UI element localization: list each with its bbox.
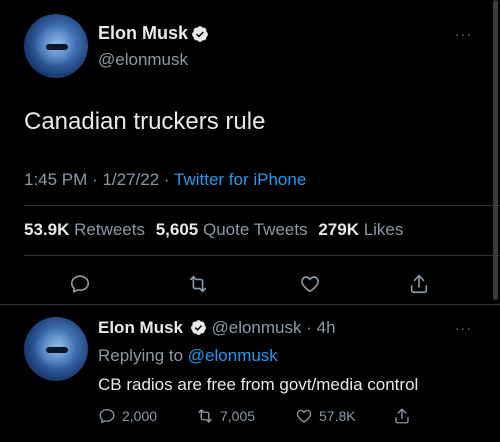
replying-to: Replying to @elonmusk bbox=[98, 346, 278, 366]
tweet-meta: 1:45 PM · 1/27/22 · Twitter for iPhone bbox=[24, 170, 306, 190]
quotes-stat[interactable]: 5,605 Quote Tweets bbox=[156, 220, 308, 239]
replying-to-handle[interactable]: @elonmusk bbox=[188, 346, 278, 365]
divider bbox=[24, 205, 500, 206]
reply-button[interactable]: 2,000 bbox=[98, 405, 157, 427]
author-name[interactable]: Elon Musk bbox=[98, 318, 183, 337]
reply-action-bar: 2,000 7,005 57.8K bbox=[0, 405, 500, 427]
reply-text: CB radios are free from govt/media contr… bbox=[98, 375, 419, 394]
reply-tweet[interactable]: Elon Musk @elonmusk · 4h ··· Replying to… bbox=[0, 305, 500, 442]
share-icon bbox=[395, 408, 409, 424]
meta-separator: · bbox=[306, 318, 312, 337]
scrollbar[interactable] bbox=[493, 0, 498, 300]
more-icon[interactable]: ··· bbox=[455, 320, 472, 336]
like-icon bbox=[301, 276, 319, 293]
meta-separator: · bbox=[163, 170, 170, 189]
tweet-source[interactable]: Twitter for iPhone bbox=[174, 170, 306, 189]
retweet-button[interactable]: 7,005 bbox=[196, 405, 255, 427]
avatar[interactable] bbox=[24, 317, 88, 381]
reply-button[interactable] bbox=[66, 270, 94, 298]
main-tweet: Elon Musk @elonmusk ··· Canadian trucker… bbox=[0, 0, 500, 305]
likes-stat[interactable]: 279K Likes bbox=[318, 220, 403, 239]
retweet-icon bbox=[198, 409, 212, 423]
author-handle[interactable]: @elonmusk bbox=[211, 318, 301, 337]
author-name[interactable]: Elon Musk bbox=[98, 23, 188, 44]
like-count: 57.8K bbox=[319, 408, 356, 424]
verified-badge-icon bbox=[192, 26, 208, 42]
tweet-date[interactable]: 1/27/22 bbox=[102, 170, 159, 189]
share-icon bbox=[410, 274, 428, 294]
action-bar bbox=[0, 270, 500, 298]
reply-icon bbox=[70, 275, 90, 293]
meta-separator: · bbox=[92, 170, 98, 189]
like-button[interactable] bbox=[296, 270, 324, 298]
retweet-button[interactable] bbox=[184, 270, 212, 298]
tweet-time[interactable]: 1:45 PM bbox=[24, 170, 87, 189]
verified-badge-icon bbox=[190, 320, 206, 335]
tweet-text: Canadian truckers rule bbox=[24, 108, 266, 135]
retweets-stat[interactable]: 53.9K Retweets bbox=[24, 220, 145, 239]
reply-header: Elon Musk @elonmusk · 4h bbox=[98, 318, 336, 338]
replying-to-label: Replying to bbox=[98, 346, 184, 365]
retweet-icon bbox=[189, 275, 207, 293]
share-button[interactable] bbox=[393, 405, 411, 427]
tweet-age[interactable]: 4h bbox=[317, 318, 336, 337]
reply-count: 2,000 bbox=[122, 408, 158, 424]
tweet-stats: 53.9K Retweets 5,605 Quote Tweets 279K L… bbox=[24, 220, 403, 240]
avatar[interactable] bbox=[24, 14, 88, 78]
reply-icon bbox=[99, 408, 115, 424]
like-icon bbox=[296, 409, 312, 423]
more-icon[interactable]: ··· bbox=[455, 26, 472, 42]
share-button[interactable] bbox=[405, 270, 433, 298]
retweet-count: 7,005 bbox=[220, 408, 256, 424]
like-button[interactable]: 57.8K bbox=[295, 405, 356, 427]
divider bbox=[24, 255, 500, 256]
author-handle[interactable]: @elonmusk bbox=[98, 50, 188, 70]
